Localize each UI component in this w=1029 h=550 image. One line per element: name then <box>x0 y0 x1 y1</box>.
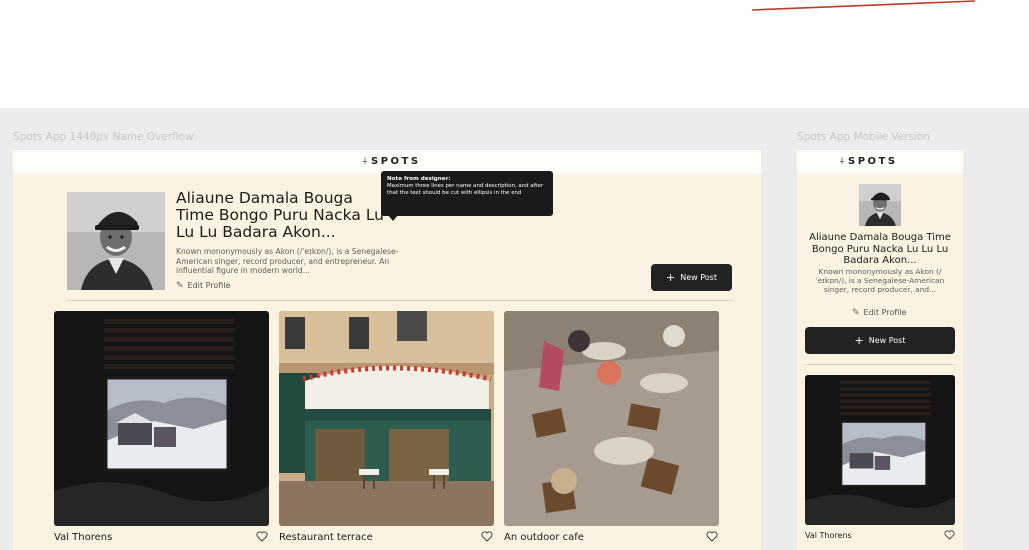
profile-name: Aliaune Damala Bouga Time Bongo Puru Nac… <box>176 189 385 241</box>
designer-note-tooltip: Note from designer: Maximum three lines … <box>381 171 553 221</box>
profile-avatar <box>67 192 165 290</box>
edit-profile-label: Edit Profile <box>863 308 907 317</box>
new-post-button-mobile[interactable]: + New Post <box>805 327 955 354</box>
edit-profile-button[interactable]: ✎ Edit Profile <box>176 281 230 291</box>
card-image-outdoor-cafe[interactable] <box>504 311 719 526</box>
mobile-frame-label[interactable]: Spots App Mobile Version <box>797 131 930 143</box>
logo-text: SPOTS <box>848 156 898 167</box>
heart-icon[interactable] <box>481 531 493 542</box>
spots-logo-mobile[interactable]: ⍭ SPOTS <box>839 156 898 167</box>
spots-logo[interactable]: ⍭ SPOTS <box>362 156 421 167</box>
profile-avatar-mobile <box>859 184 901 226</box>
card-title-1: Val Thorens <box>54 532 113 543</box>
mobile-app-header: ⍭ SPOTS <box>797 150 963 174</box>
card-image-restaurant-terrace[interactable] <box>279 311 494 526</box>
heart-icon[interactable] <box>706 531 718 542</box>
red-annotation-line <box>751 0 976 11</box>
tooltip-arrow <box>388 215 398 221</box>
profile-description-mobile: Known mononymously as Akon (/ˈeɪkɒn/), i… <box>815 267 945 295</box>
profile-divider-mobile <box>805 364 955 365</box>
profile-name-mobile: Aliaune Damala Bouga Time Bongo Puru Nac… <box>809 232 951 266</box>
tooltip-body: Maximum three lines per name and descrip… <box>387 183 544 196</box>
heart-icon[interactable] <box>944 530 955 540</box>
plus-icon: + <box>666 271 676 284</box>
desktop-frame-label[interactable]: Spots App 1440px Name Overflow <box>13 131 194 143</box>
card-image-val-thorens[interactable] <box>54 311 269 526</box>
heart-icon[interactable] <box>256 531 268 542</box>
edit-profile-button-mobile[interactable]: ✎ Edit Profile <box>852 308 906 318</box>
new-post-label: New Post <box>680 273 717 282</box>
profile-description: Known mononymously as Akon (/ˈeɪkɒn/), i… <box>176 247 399 275</box>
card-title-3: An outdoor cafe <box>504 532 584 543</box>
new-post-label: New Post <box>868 336 906 345</box>
card-title-2: Restaurant terrace <box>279 532 373 543</box>
logo-mark-icon: ⍭ <box>362 156 368 167</box>
mobile-frame: ⍭ SPOTS Aliaune Damala Bouga Time Bongo P… <box>797 150 963 550</box>
edit-profile-label: Edit Profile <box>187 281 231 290</box>
card-title-mobile-1: Val Thorens <box>805 531 852 540</box>
profile-divider <box>67 300 733 301</box>
pencil-icon: ✎ <box>852 308 860 318</box>
card-image-val-thorens-mobile[interactable] <box>805 375 955 525</box>
logo-mark-icon: ⍭ <box>839 156 845 167</box>
logo-text: SPOTS <box>371 156 421 167</box>
tooltip-title: Note from designer: <box>387 176 451 182</box>
pencil-icon: ✎ <box>176 281 184 291</box>
new-post-button[interactable]: + New Post <box>651 264 732 291</box>
plus-icon: + <box>854 334 864 347</box>
